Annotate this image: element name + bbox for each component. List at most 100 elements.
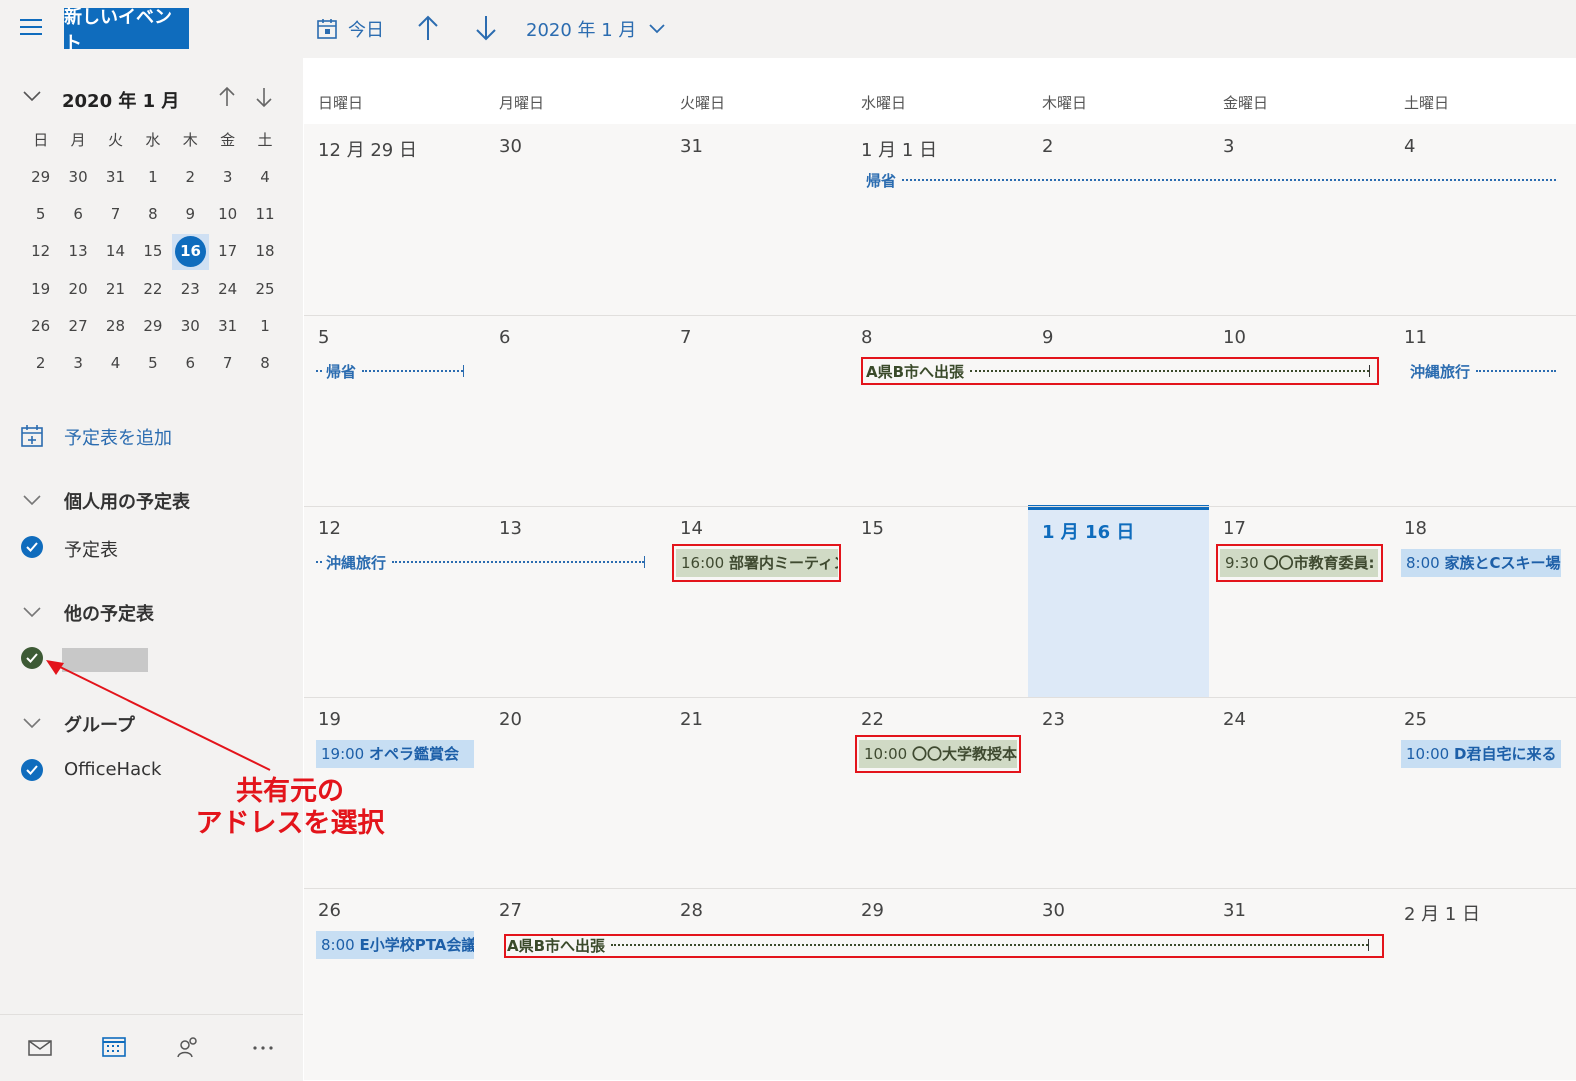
event-business-trip-2[interactable]: A県B市へ出張 xyxy=(507,935,1369,955)
mini-calendar-day[interactable]: 14 xyxy=(97,234,134,268)
day-number[interactable]: 5 xyxy=(318,327,329,348)
mini-calendar-day[interactable]: 27 xyxy=(59,309,96,343)
mini-calendar-day[interactable]: 24 xyxy=(209,272,246,306)
mail-icon[interactable] xyxy=(28,1039,52,1057)
calendar-item-personal[interactable]: 予定表 xyxy=(64,536,118,562)
day-number[interactable]: 24 xyxy=(1223,709,1246,730)
day-number[interactable]: 10 xyxy=(1223,327,1246,348)
day-number[interactable]: 25 xyxy=(1404,709,1427,730)
event-business-trip[interactable]: A県B市へ出張 xyxy=(866,361,1370,381)
today-button[interactable]: 今日 xyxy=(316,14,384,44)
day-number[interactable]: 7 xyxy=(680,327,691,348)
chevron-down-icon[interactable] xyxy=(22,493,42,507)
day-number[interactable]: 1 月 1 日 xyxy=(861,136,937,162)
event-okinawa-trip[interactable]: 沖縄旅行 xyxy=(1410,361,1556,381)
mini-calendar-day[interactable]: 29 xyxy=(22,160,59,194)
mini-calendar-day[interactable]: 6 xyxy=(172,346,209,380)
day-number[interactable]: 2 xyxy=(1042,136,1053,157)
mini-calendar-day[interactable]: 23 xyxy=(172,272,209,306)
mini-calendar-day[interactable]: 3 xyxy=(209,160,246,194)
day-number[interactable]: 21 xyxy=(680,709,703,730)
other-calendars-heading[interactable]: 他の予定表 xyxy=(64,600,154,626)
new-event-button[interactable]: 新しいイベント xyxy=(64,7,189,54)
day-number[interactable]: 30 xyxy=(499,136,522,157)
chevron-down-icon[interactable] xyxy=(22,89,42,103)
mini-calendar-day[interactable]: 8 xyxy=(134,197,171,231)
event-kisei-continued[interactable]: 帰省 xyxy=(316,361,464,381)
month-picker-button[interactable]: 2020 年 1 月 xyxy=(526,14,666,44)
mini-calendar-day[interactable]: 1 xyxy=(134,160,171,194)
mini-calendar-day[interactable]: 9 xyxy=(172,197,209,231)
mini-calendar-day[interactable]: 8 xyxy=(246,346,283,380)
mini-calendar-day[interactable]: 2 xyxy=(172,160,209,194)
calendar-icon[interactable] xyxy=(102,1035,126,1057)
event-kisei[interactable]: 帰省 xyxy=(866,170,1556,190)
mini-calendar-day[interactable]: 28 xyxy=(97,309,134,343)
day-number[interactable]: 12 月 29 日 xyxy=(318,136,417,162)
mini-calendar-day[interactable]: 22 xyxy=(134,272,171,306)
mini-calendar-day[interactable]: 26 xyxy=(22,309,59,343)
day-number[interactable]: 29 xyxy=(861,900,884,921)
day-number[interactable]: 28 xyxy=(680,900,703,921)
people-icon[interactable] xyxy=(176,1035,200,1059)
day-number[interactable]: 6 xyxy=(499,327,510,348)
mini-calendar-day[interactable]: 6 xyxy=(59,197,96,231)
mini-calendar-day[interactable]: 2 xyxy=(22,346,59,380)
day-number[interactable]: 31 xyxy=(1223,900,1246,921)
mini-calendar-day[interactable]: 20 xyxy=(59,272,96,306)
day-number[interactable]: 14 xyxy=(680,518,703,539)
day-number[interactable]: 13 xyxy=(499,518,522,539)
day-number[interactable]: 17 xyxy=(1223,518,1246,539)
day-number[interactable]: 3 xyxy=(1223,136,1234,157)
day-number[interactable]: 20 xyxy=(499,709,522,730)
arrow-down-icon[interactable] xyxy=(255,86,273,108)
mini-calendar-day[interactable]: 21 xyxy=(97,272,134,306)
day-number[interactable]: 22 xyxy=(861,709,884,730)
event-meeting[interactable]: 16:00 部署内ミーティン: xyxy=(676,549,838,577)
event-d-visit[interactable]: 10:00 D君自宅に来る xyxy=(1401,740,1561,768)
event-education-board[interactable]: 9:30 〇〇市教育委員: xyxy=(1220,549,1378,577)
day-number[interactable]: 11 xyxy=(1404,327,1427,348)
mini-calendar-day[interactable]: 18 xyxy=(246,234,283,268)
mini-calendar-day[interactable]: 30 xyxy=(172,309,209,343)
calendar-add-icon[interactable] xyxy=(20,424,44,448)
day-number[interactable]: 2 月 1 日 xyxy=(1404,900,1480,926)
mini-calendar-day[interactable]: 7 xyxy=(209,346,246,380)
event-professor[interactable]: 10:00 〇〇大学教授本 xyxy=(859,740,1017,768)
mini-calendar-day[interactable]: 12 xyxy=(22,234,59,268)
mini-calendar-day[interactable]: 25 xyxy=(246,272,283,306)
mini-calendar-day[interactable]: 31 xyxy=(97,160,134,194)
day-number[interactable]: 8 xyxy=(861,327,872,348)
add-calendar-link[interactable]: 予定表を追加 xyxy=(64,424,172,450)
day-number[interactable]: 9 xyxy=(1042,327,1053,348)
mini-calendar-day[interactable]: 19 xyxy=(22,272,59,306)
chevron-down-icon[interactable] xyxy=(22,716,42,730)
event-pta-meeting[interactable]: 8:00 E小学校PTA会議 xyxy=(316,931,474,959)
day-number[interactable]: 18 xyxy=(1404,518,1427,539)
mini-calendar-day[interactable]: 29 xyxy=(134,309,171,343)
event-ski-trip[interactable]: 8:00 家族とCスキー場 xyxy=(1401,549,1561,577)
day-number[interactable]: 19 xyxy=(318,709,341,730)
more-options-icon[interactable] xyxy=(252,1045,274,1051)
personal-calendars-heading[interactable]: 個人用の予定表 xyxy=(64,488,190,514)
mini-calendar-day[interactable]: 4 xyxy=(246,160,283,194)
event-opera[interactable]: 19:00 オペラ鑑賞会 xyxy=(316,740,474,768)
day-number[interactable]: 23 xyxy=(1042,709,1065,730)
arrow-up-icon[interactable] xyxy=(218,86,236,108)
day-number[interactable]: 31 xyxy=(680,136,703,157)
day-number[interactable]: 1 月 16 日 xyxy=(1042,518,1134,544)
mini-calendar-day[interactable]: 3 xyxy=(59,346,96,380)
mini-calendar-day[interactable]: 1 xyxy=(246,309,283,343)
mini-calendar-day[interactable]: 4 xyxy=(97,346,134,380)
mini-calendar-day[interactable]: 5 xyxy=(134,346,171,380)
mini-calendar-day[interactable]: 30 xyxy=(59,160,96,194)
calendar-checkbox[interactable] xyxy=(21,536,43,558)
mini-calendar-day[interactable]: 31 xyxy=(209,309,246,343)
mini-calendar-day[interactable]: 10 xyxy=(209,197,246,231)
mini-calendar-day[interactable]: 15 xyxy=(134,234,171,268)
day-number[interactable]: 15 xyxy=(861,518,884,539)
mini-calendar-day[interactable]: 5 xyxy=(22,197,59,231)
mini-calendar-day[interactable]: 17 xyxy=(209,234,246,268)
mini-calendar-day[interactable]: 11 xyxy=(246,197,283,231)
day-number[interactable]: 26 xyxy=(318,900,341,921)
